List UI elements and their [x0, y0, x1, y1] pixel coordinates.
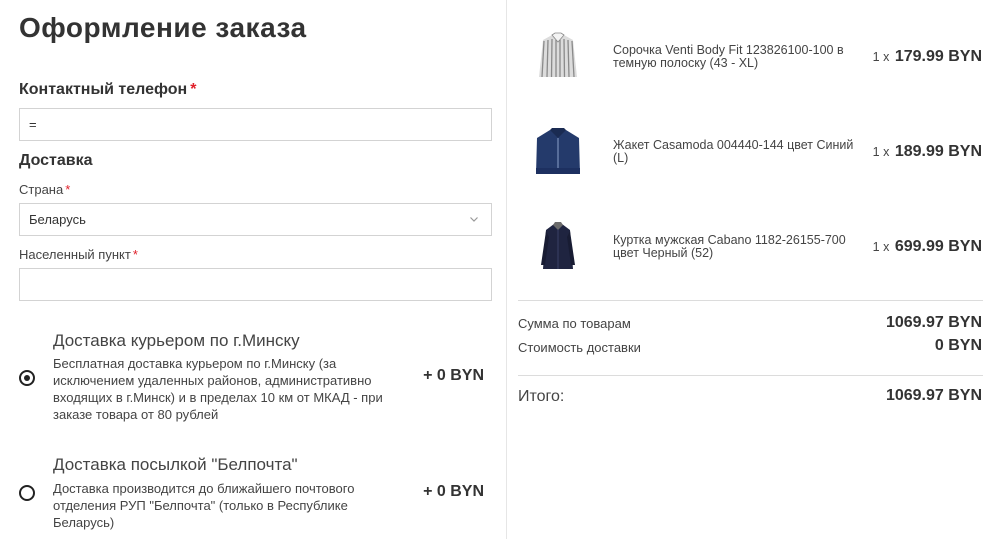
cart-item-amount: 699.99 BYN [894, 238, 982, 255]
total-label: Итого: [518, 388, 565, 405]
delivery-option-courier-price: + 0 BYN [423, 367, 484, 384]
cart-item-name: Сорочка Venti Body Fit 123826100-100 в т… [613, 43, 844, 70]
checkout-form: Оформление заказа Контактный телефон * = … [0, 0, 506, 539]
order-summary: Сорочка Venti Body Fit 123826100-100 в т… [507, 0, 1000, 539]
delivery-option-belpochta-title: Доставка посылкой "Белпочта" [53, 455, 298, 474]
contact-phone-label: Контактный телефон * [19, 81, 196, 99]
cart-item-name: Куртка мужская Cabano 1182-26155-700 цве… [613, 233, 846, 260]
total-value: 1069.97 BYN [885, 387, 982, 404]
summary-divider [518, 300, 983, 301]
required-mark: * [190, 81, 197, 98]
contact-phone-label-text: Контактный телефон [19, 81, 188, 98]
delivery-option-courier-radio[interactable] [19, 370, 35, 386]
cart-item-price: 1 x 189.99 BYN [873, 143, 982, 161]
shipping-value: 0 BYN [934, 337, 982, 354]
city-input[interactable] [19, 268, 492, 301]
required-mark: * [65, 182, 71, 197]
phone-input[interactable]: = [19, 108, 492, 141]
delivery-option-courier-description: Бесплатная доставка курьером по г.Минску… [53, 356, 383, 422]
chevron-down-icon [470, 217, 478, 222]
country-label: Страна * [19, 182, 70, 197]
cart-item-price: 1 x 699.99 BYN [873, 238, 982, 256]
cart-item-qty: 1 x [872, 145, 890, 159]
cart-item-amount: 189.99 BYN [894, 143, 982, 160]
delivery-option-courier-title: Доставка курьером по г.Минску [53, 331, 300, 350]
phone-input-value: = [29, 117, 37, 132]
delivery-option-belpochta-radio[interactable] [19, 485, 35, 501]
cart-item-amount: 179.99 BYN [894, 48, 982, 65]
cart-item-qty: 1 x [872, 50, 890, 64]
country-select[interactable]: Беларусь [19, 203, 492, 236]
total-divider [518, 375, 983, 376]
city-label-text: Населенный пункт [19, 247, 131, 262]
subtotal-label: Сумма по товарам [518, 316, 631, 331]
striped-shirt-image [539, 32, 577, 78]
country-label-text: Страна [19, 182, 64, 197]
delivery-option-belpochta-description: Доставка производится до ближайшего почт… [53, 481, 355, 530]
shipping-label: Стоимость доставки [518, 340, 641, 355]
blue-jacket-image [536, 128, 580, 174]
country-select-value: Беларусь [29, 212, 86, 227]
page-title: Оформление заказа [19, 12, 307, 43]
cart-item-name: Жакет Casamoda 004440-144 цвет Синий (L) [613, 138, 854, 165]
cart-item-qty: 1 x [872, 240, 890, 254]
delivery-heading: Доставка [19, 152, 93, 169]
black-coat-image [541, 222, 575, 269]
delivery-option-belpochta-price: + 0 BYN [423, 483, 484, 500]
required-mark: * [132, 247, 138, 262]
city-label: Населенный пункт * [19, 247, 138, 262]
cart-item-price: 1 x 179.99 BYN [873, 48, 982, 66]
subtotal-value: 1069.97 BYN [885, 314, 982, 331]
